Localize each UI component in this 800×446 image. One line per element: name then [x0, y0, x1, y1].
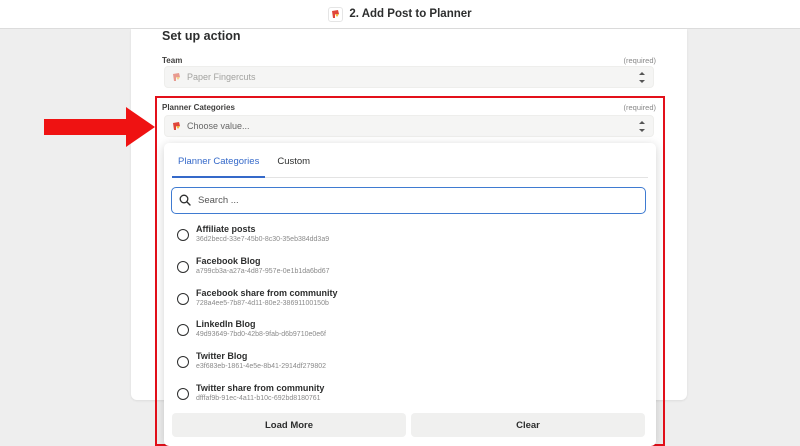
- planner-app-icon: [328, 6, 344, 22]
- team-select-value: Paper Fingercuts: [187, 72, 256, 82]
- list-item[interactable]: Affiliate posts 36d2becd-33e7-45b0-8c30-…: [176, 223, 646, 255]
- option-name: Twitter share from community: [196, 382, 325, 393]
- tab-custom[interactable]: Custom: [271, 143, 316, 178]
- list-item[interactable]: Twitter share from community dfffaf9b-91…: [176, 382, 646, 414]
- option-name: Twitter Blog: [196, 351, 248, 362]
- list-item[interactable]: Facebook Blog a799cb3a-a27a-4d87-957e-0e…: [176, 255, 646, 287]
- team-label: Team: [162, 56, 183, 65]
- list-item[interactable]: LinkedIn Blog 49d93649-7bd0-42b8-9fab-d6…: [176, 318, 646, 350]
- list-item[interactable]: Twitter Blog e3f683eb-1861-4e5e-8b41-291…: [176, 350, 646, 382]
- radio-button[interactable]: [177, 260, 189, 273]
- search-placeholder: Search ...: [198, 195, 239, 206]
- option-name: Facebook share from community: [196, 287, 338, 298]
- option-id: e3f683eb-1861-4e5e-8b41-2914df279802: [196, 363, 327, 371]
- step-title: 2. Add Post to Planner: [349, 8, 472, 20]
- options-list: Affiliate posts 36d2becd-33e7-45b0-8c30-…: [176, 223, 646, 414]
- dropdown-tabs: Planner Categories Custom: [172, 143, 648, 178]
- option-name: Affiliate posts: [196, 224, 256, 234]
- planner-logo-icon: [171, 72, 182, 83]
- header-bar: 2. Add Post to Planner: [0, 0, 800, 29]
- team-required-label: (required): [623, 56, 656, 65]
- select-caret-icon: [639, 72, 645, 83]
- option-id: a799cb3a-a27a-4d87-957e-0e1b1da6bd67: [196, 267, 330, 275]
- option-id: 728a4ee5-7b87-4d11-80e2-38691100150b: [196, 299, 329, 307]
- team-select[interactable]: Paper Fingercuts: [164, 66, 654, 88]
- option-name: Facebook Blog: [196, 255, 261, 266]
- list-item[interactable]: Facebook share from community 728a4ee5-7…: [176, 287, 646, 319]
- search-input[interactable]: Search ...: [171, 187, 646, 214]
- search-icon: [179, 194, 191, 206]
- radio-button[interactable]: [177, 229, 189, 241]
- load-more-button[interactable]: Load More: [172, 413, 406, 437]
- option-id: 49d93649-7bd0-42b8-9fab-d6b9710e0e6f: [196, 331, 327, 339]
- radio-button[interactable]: [177, 356, 189, 369]
- section-title: Set up action: [162, 29, 241, 43]
- radio-button[interactable]: [177, 292, 189, 305]
- clear-button[interactable]: Clear: [411, 413, 645, 437]
- tab-planner-categories[interactable]: Planner Categories: [172, 143, 266, 178]
- red-arrow-icon: [44, 107, 155, 147]
- option-name: LinkedIn Blog: [196, 319, 256, 330]
- option-id: 36d2becd-33e7-45b0-8c30-35eb384dd3a9: [196, 236, 330, 243]
- categories-dropdown: Planner Categories Custom Search ... Aff…: [164, 143, 656, 446]
- radio-button[interactable]: [177, 387, 189, 400]
- option-id: dfffaf9b-91ec-4a11-b10c-692bd8180761: [196, 394, 321, 402]
- radio-button[interactable]: [177, 324, 189, 337]
